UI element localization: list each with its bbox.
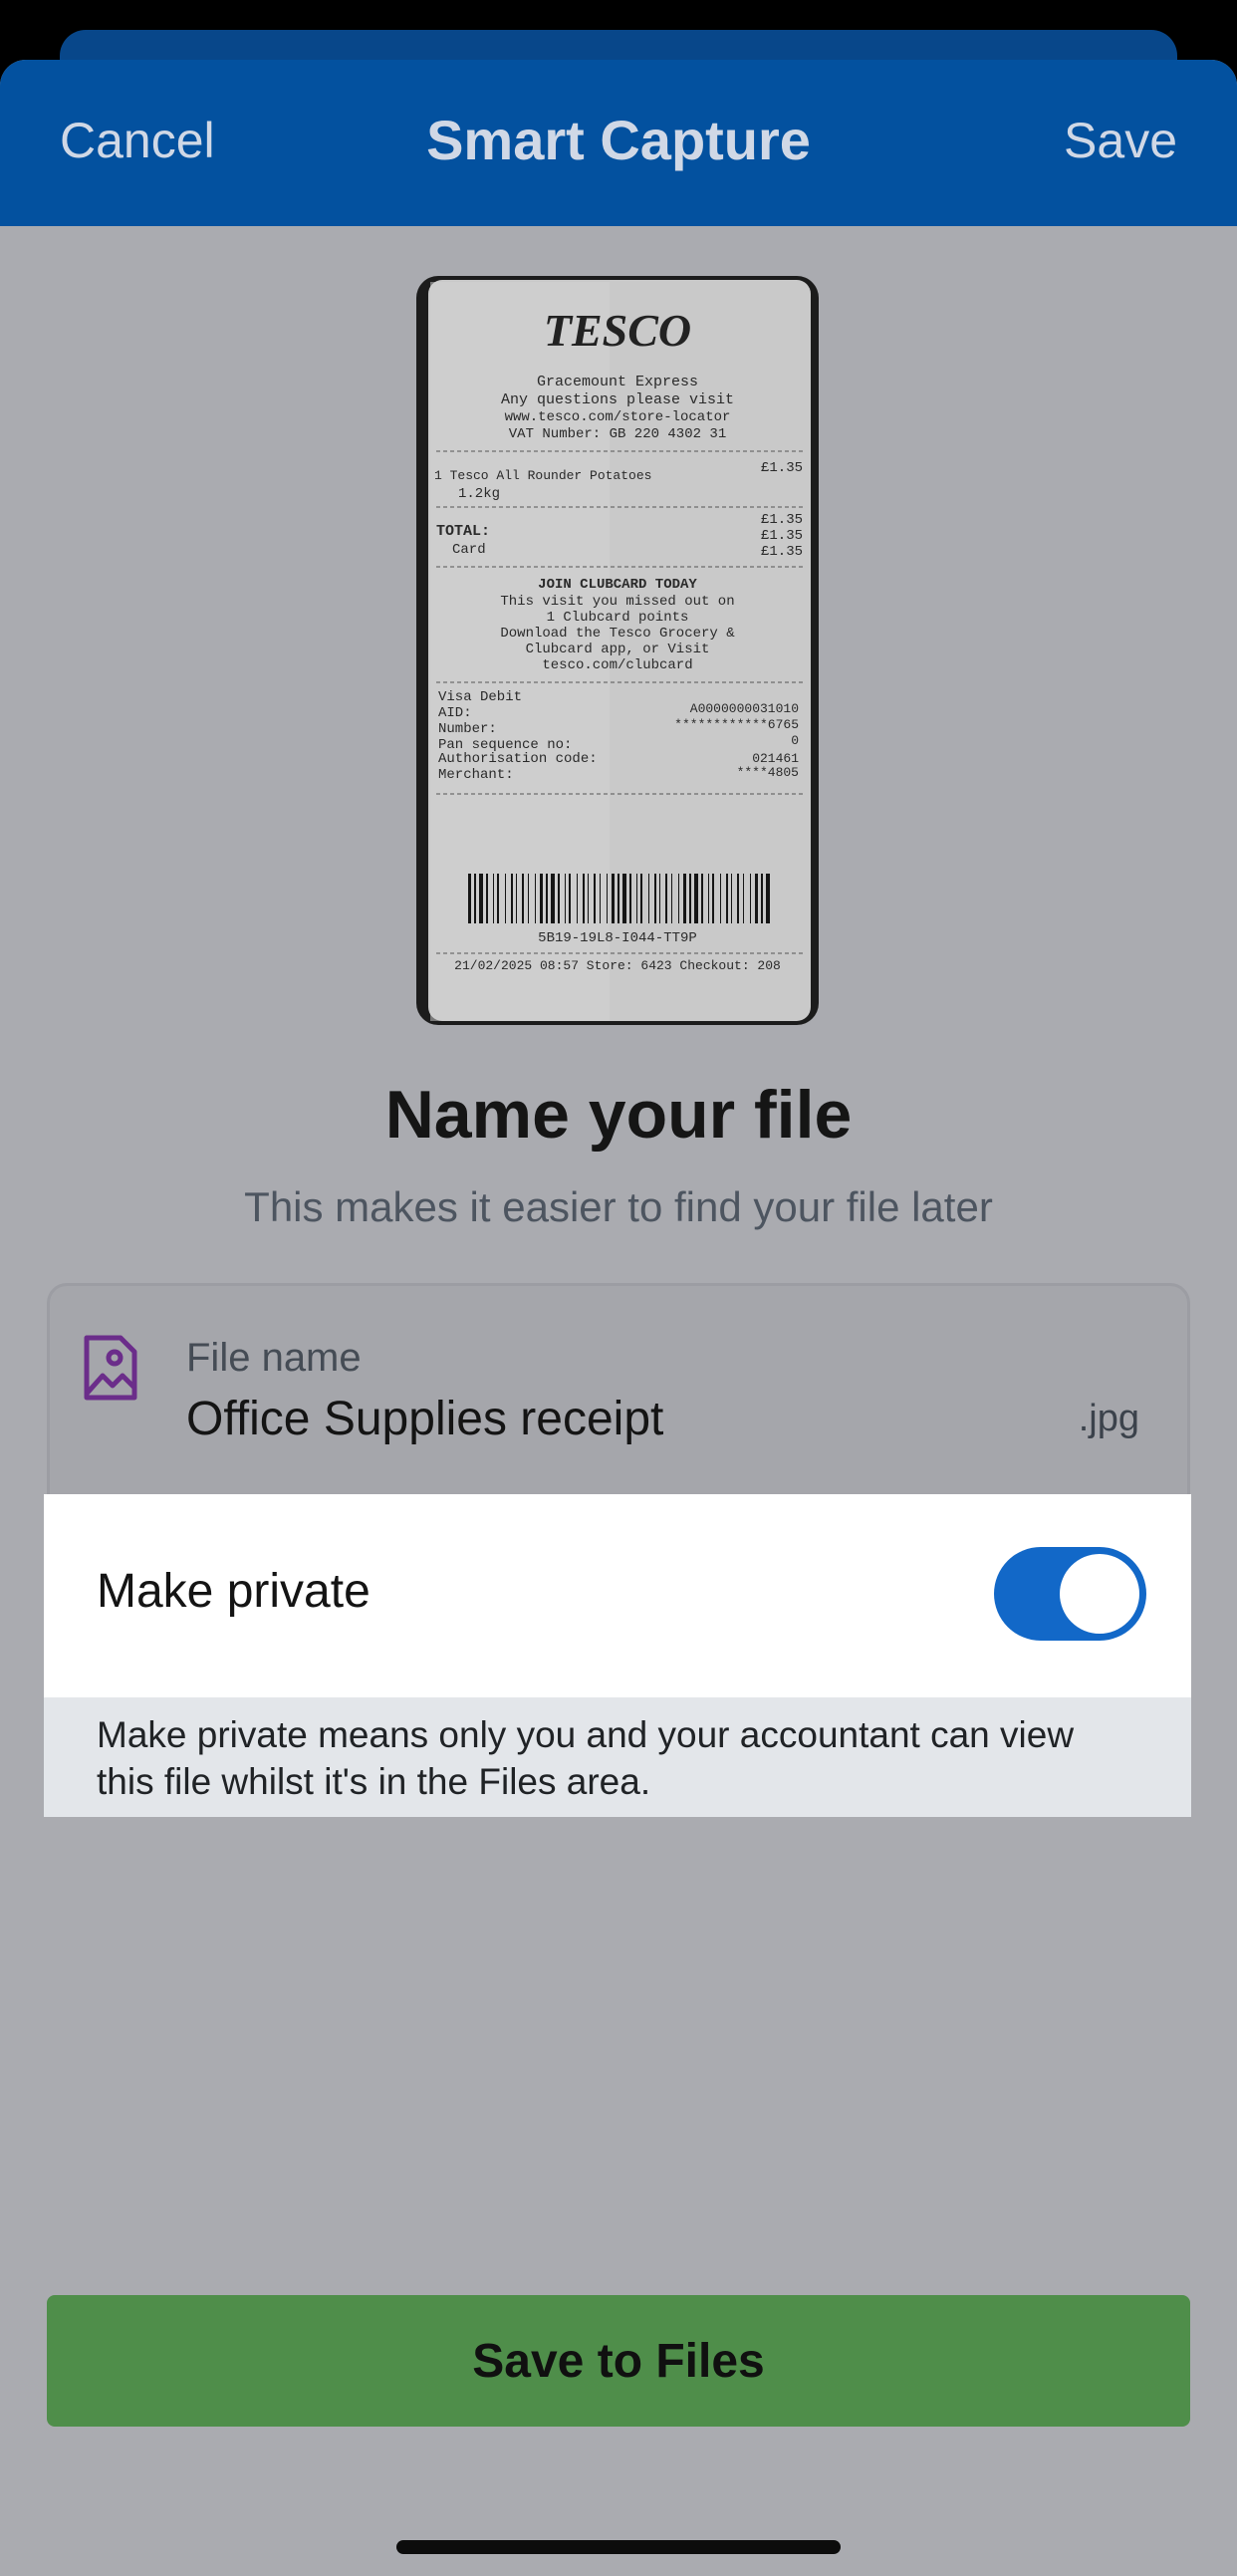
file-name-input[interactable] bbox=[186, 1392, 1043, 1446]
receipt-total-value: £1.35 bbox=[761, 528, 803, 544]
receipt-payment-label: Visa Debit bbox=[438, 689, 522, 705]
navigation-bar: Cancel Smart Capture Save bbox=[0, 60, 1237, 226]
receipt-footer: 21/02/2025 08:57 Store: 6423 Checkout: 2… bbox=[454, 958, 781, 973]
receipt-url: www.tesco.com/store-locator bbox=[505, 409, 731, 425]
page-title: Smart Capture bbox=[426, 109, 811, 171]
receipt-store-logo: TESCO bbox=[544, 305, 691, 356]
receipt-card-value: £1.35 bbox=[761, 544, 803, 560]
receipt-payment-label: Authorisation code: bbox=[438, 751, 598, 767]
receipt-question: Any questions please visit bbox=[501, 391, 734, 408]
name-file-heading: Name your file bbox=[384, 1077, 853, 1153]
receipt-barcode-text: 5B19-19L8-I044-TT9P bbox=[538, 930, 697, 946]
receipt-clubcard-line: tesco.com/clubcard bbox=[542, 657, 692, 673]
receipt-payment-label: AID: bbox=[438, 705, 472, 721]
receipt-card-label: Card bbox=[452, 542, 486, 558]
receipt-clubcard-line: Download the Tesco Grocery & bbox=[500, 626, 735, 642]
receipt-clubcard-line: Clubcard app, or Visit bbox=[526, 642, 710, 657]
receipt-payment-label: Merchant: bbox=[438, 767, 514, 783]
receipt-preview: TESCO Gracemount Express Any questions p… bbox=[416, 276, 819, 1025]
receipt-payment-value: 021461 bbox=[752, 751, 799, 766]
receipt-vat: VAT Number: GB 220 4302 31 bbox=[509, 426, 726, 442]
file-name-field[interactable]: File name .jpg bbox=[47, 1283, 1190, 1494]
file-name-label: File name bbox=[186, 1336, 362, 1380]
smart-capture-sheet: Cancel Smart Capture Save TESCO Gracemou… bbox=[0, 60, 1237, 2576]
name-file-subheading: This makes it easier to find your file l… bbox=[244, 1183, 993, 1230]
receipt-item-price: £1.35 bbox=[761, 460, 803, 476]
receipt-payment-label: Number: bbox=[438, 721, 497, 737]
home-indicator bbox=[396, 2540, 841, 2554]
receipt-branch: Gracemount Express bbox=[537, 374, 698, 390]
receipt-clubcard-line: This visit you missed out on bbox=[500, 594, 734, 610]
save-to-files-button[interactable]: Save to Files bbox=[47, 2295, 1190, 2427]
file-extension: .jpg bbox=[1078, 1398, 1139, 1439]
make-private-toggle[interactable] bbox=[994, 1547, 1146, 1641]
receipt-item-line: 1 Tesco All Rounder Potatoes bbox=[434, 468, 651, 483]
file-image-icon bbox=[83, 1334, 138, 1407]
receipt-total-label: TOTAL: bbox=[436, 523, 490, 540]
make-private-note: Make private means only you and your acc… bbox=[44, 1697, 1191, 1817]
receipt-payment-value: 0 bbox=[791, 733, 799, 748]
receipt-payment-value: ************6765 bbox=[674, 717, 799, 732]
receipt-subtotal: £1.35 bbox=[761, 512, 803, 528]
receipt-clubcard-title: JOIN CLUBCARD TODAY bbox=[538, 577, 697, 593]
receipt-clubcard-line: 1 Clubcard points bbox=[547, 610, 689, 626]
make-private-row: Make private bbox=[44, 1494, 1191, 1697]
receipt-payment-value: ****4805 bbox=[737, 765, 799, 780]
receipt-item-weight: 1.2kg bbox=[458, 486, 500, 502]
receipt-payment-value: A0000000031010 bbox=[690, 701, 799, 716]
toggle-knob bbox=[1060, 1554, 1139, 1634]
make-private-label: Make private bbox=[97, 1565, 371, 1618]
save-button[interactable]: Save bbox=[1064, 112, 1177, 169]
